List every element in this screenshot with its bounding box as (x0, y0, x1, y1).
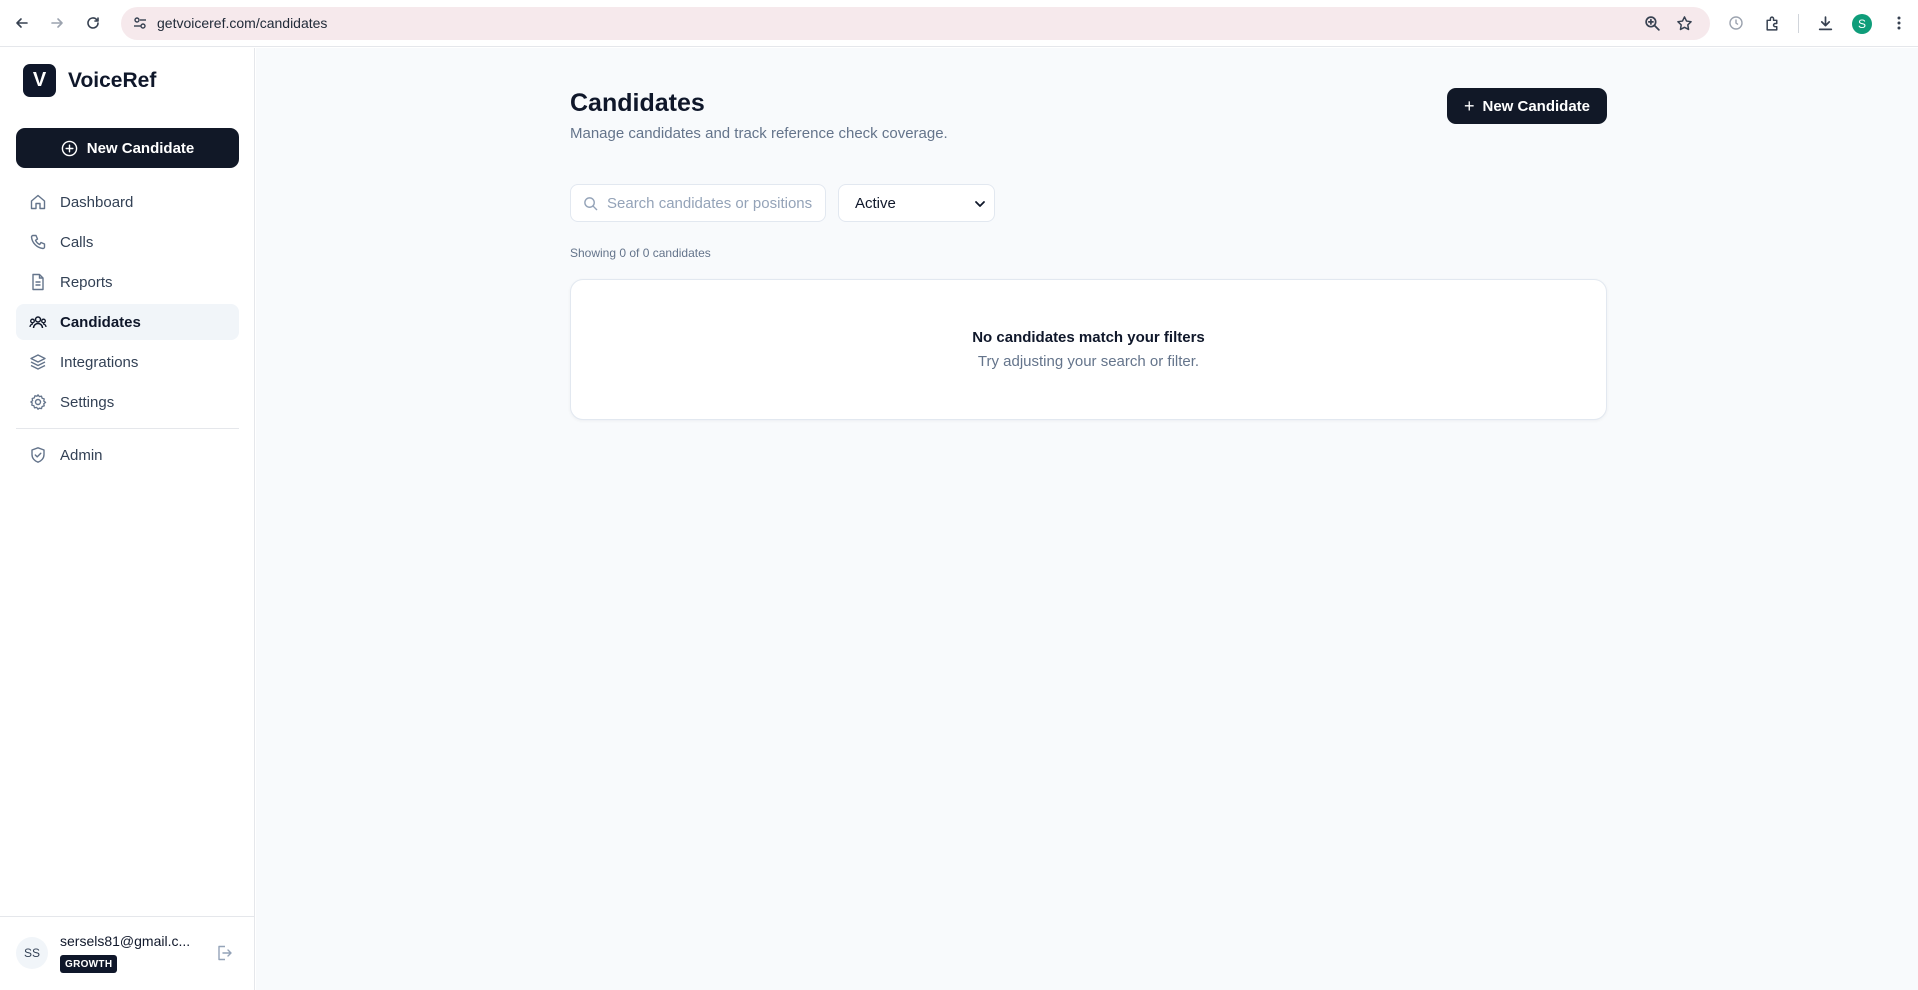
sidebar-item-label: Candidates (60, 313, 141, 331)
plus-circle-icon (61, 140, 78, 156)
phone-icon (30, 234, 46, 250)
sidebar-item-label: Integrations (60, 353, 139, 371)
reload-button[interactable] (82, 12, 104, 34)
toolbar-divider (1798, 14, 1799, 33)
sidebar-new-candidate-button[interactable]: New Candidate (16, 128, 239, 168)
brand-name: VoiceRef (68, 68, 157, 92)
browser-toolbar: getvoiceref.com/candidates S (0, 0, 1918, 47)
extensions-puzzle-icon[interactable] (1762, 13, 1782, 33)
document-icon (32, 273, 44, 291)
arrow-right-icon (51, 18, 63, 28)
gear-icon (30, 394, 47, 410)
empty-state-subtitle: Try adjusting your search or filter. (977, 353, 1200, 370)
extension-status-icon[interactable] (1726, 13, 1746, 33)
plus-icon: + (1463, 96, 1475, 116)
sidebar-item-reports[interactable]: Reports (16, 264, 239, 300)
layers-icon (30, 354, 46, 370)
status-filter-select[interactable]: Active (838, 184, 995, 222)
sidebar-item-label: Admin (60, 446, 103, 464)
bookmark-star-icon[interactable] (1676, 15, 1693, 32)
search-box (570, 184, 826, 222)
sidebar: V VoiceRef New Candidate Dashboard Calls… (0, 48, 255, 990)
user-account: SS sersels81@gmail.c... GROWTH (0, 916, 255, 990)
page-title: Candidates (570, 89, 705, 117)
sidebar-item-dashboard[interactable]: Dashboard (16, 184, 239, 220)
sidebar-new-candidate-label: New Candidate (86, 139, 195, 157)
sidebar-item-label: Dashboard (60, 193, 134, 211)
menu-kebab-icon[interactable] (1889, 13, 1909, 33)
reload-icon (87, 17, 99, 29)
sidebar-item-admin[interactable]: Admin (16, 437, 239, 473)
sidebar-item-label: Settings (60, 393, 115, 411)
sidebar-item-label: Reports (60, 273, 113, 291)
site-settings-icon[interactable] (132, 15, 148, 31)
status-filter-value: Active (855, 194, 896, 212)
sidebar-item-calls[interactable]: Calls (16, 224, 239, 260)
url-text: getvoiceref.com/candidates (157, 15, 328, 31)
download-icon[interactable] (1815, 13, 1835, 33)
brand[interactable]: V VoiceRef (23, 64, 156, 97)
profile-avatar[interactable]: S (1852, 14, 1872, 34)
user-email: sersels81@gmail.c... (60, 933, 191, 949)
shield-check-icon (31, 447, 45, 463)
logout-icon[interactable] (215, 944, 233, 962)
empty-state-title: No candidates match your filters (972, 329, 1205, 346)
address-bar[interactable]: getvoiceref.com/candidates (121, 7, 1710, 40)
page-subtitle: Manage candidates and track reference ch… (570, 125, 948, 142)
back-button[interactable] (11, 12, 33, 34)
sidebar-item-label: Calls (60, 233, 94, 251)
arrow-left-icon (16, 18, 28, 28)
avatar[interactable]: SS (16, 937, 48, 969)
search-icon (584, 197, 598, 211)
sidebar-item-integrations[interactable]: Integrations (16, 344, 239, 380)
empty-state-card: No candidates match your filters Try adj… (570, 279, 1607, 420)
new-candidate-button[interactable]: + New Candidate (1447, 88, 1607, 124)
search-input[interactable] (607, 185, 817, 221)
home-icon (30, 194, 46, 210)
forward-button[interactable] (46, 12, 68, 34)
new-candidate-label: New Candidate (1482, 97, 1591, 115)
sidebar-divider (16, 428, 239, 429)
brand-logo: V (23, 64, 56, 97)
main-content: Candidates Manage candidates and track r… (256, 48, 1918, 990)
users-icon (29, 316, 47, 329)
chevron-down-icon (975, 201, 985, 207)
zoom-icon[interactable] (1644, 15, 1661, 32)
sidebar-item-settings[interactable]: Settings (16, 384, 239, 420)
sidebar-item-candidates[interactable]: Candidates (16, 304, 239, 340)
results-count: Showing 0 of 0 candidates (570, 246, 711, 260)
plan-badge: GROWTH (60, 955, 118, 973)
